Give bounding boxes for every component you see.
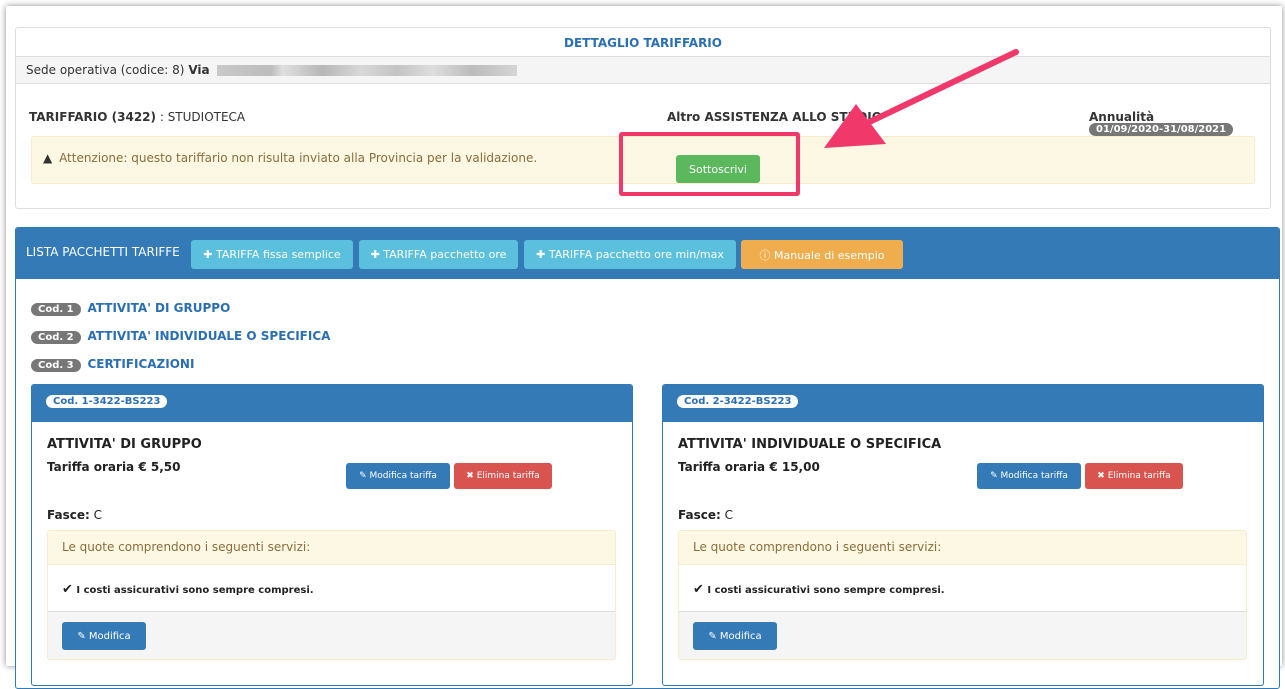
tariffario-separator: : <box>156 110 168 124</box>
services-footer: ✎ Modifica <box>679 611 1246 659</box>
card-fasce: Fasce: C <box>47 508 102 522</box>
tariffario-name: STUDIOTECA <box>167 110 246 124</box>
lista-title: LISTA PACCHETTI TARIFFE <box>26 245 180 259</box>
code-link-1[interactable]: ATTIVITA' DI GRUPPO <box>87 301 230 315</box>
lista-header: LISTA PACCHETTI TARIFFE ✚ TARIFFA fissa … <box>16 228 1279 279</box>
sede-row: Sede operativa (codice: 8) Via <box>16 56 1270 84</box>
annotation-arrow <box>824 49 1019 148</box>
edit-icon: ✎ <box>990 471 998 481</box>
close-icon: ✖ <box>1097 471 1105 481</box>
code-row-3: Cod. 3 CERTIFICAZIONI <box>31 357 194 372</box>
modifica-label: Modifica <box>719 630 762 642</box>
card-title: ATTIVITA' INDIVIDUALE O SPECIFICA <box>678 437 942 452</box>
annualita-label: Annualità <box>1089 110 1155 124</box>
redacted-address <box>217 65 518 76</box>
check-icon: ✔ <box>693 582 704 597</box>
manuale-esempio-button[interactable]: ⓘ Manuale di esempio <box>741 240 903 269</box>
sede-via: Via <box>188 63 210 77</box>
services-box: Le quote comprendono i seguenti servizi:… <box>47 530 616 660</box>
sede-label: Sede operativa (codice: 8) <box>26 63 185 77</box>
card-header: Cod. 1-3422-BS223 <box>32 385 632 422</box>
fasce-label: Fasce: <box>47 508 90 522</box>
code-badge: Cod. 1 <box>31 303 81 316</box>
warning-icon: ▲ <box>43 151 53 165</box>
service-item: ✔ I costi assicurativi sono sempre compr… <box>62 582 314 597</box>
page-frame: DETTAGLIO TARIFFARIO Sede operativa (cod… <box>6 6 1282 689</box>
lista-pacchetti-panel: LISTA PACCHETTI TARIFFE ✚ TARIFFA fissa … <box>15 227 1280 689</box>
service-item: ✔ I costi assicurativi sono sempre compr… <box>693 582 945 597</box>
modifica-tariffa-label: Modifica tariffa <box>369 471 437 481</box>
modifica-tariffa-label: Modifica tariffa <box>1000 471 1068 481</box>
code-link-3[interactable]: CERTIFICAZIONI <box>87 357 194 371</box>
add-tariffa-pacchetto-ore-label: TARIFFA pacchetto ore <box>383 248 507 261</box>
edit-icon: ✎ <box>708 630 717 642</box>
card-rate: Tariffa oraria € 15,00 <box>678 460 820 474</box>
services-header: Le quote comprendono i seguenti servizi: <box>679 531 1246 565</box>
service-item-text: I costi assicurativi sono sempre compres… <box>707 585 945 596</box>
add-tariffa-fissa-button[interactable]: ✚ TARIFFA fissa semplice <box>191 240 353 269</box>
tariffario-label: TARIFFARIO (3422) <box>29 110 157 124</box>
page-title: DETTAGLIO TARIFFARIO <box>564 36 722 50</box>
annualita-block: Annualità 01/09/2020-31/08/2021 <box>1089 110 1234 136</box>
card-code-badge: Cod. 2-3422-BS223 <box>677 395 799 408</box>
card-code-badge: Cod. 1-3422-BS223 <box>46 395 168 408</box>
code-badge: Cod. 2 <box>31 331 81 344</box>
modifica-tariffa-button[interactable]: ✎ Modifica tariffa <box>346 463 450 489</box>
warning-text: Attenzione: questo tariffario non risult… <box>59 151 538 165</box>
warning-message: ▲ Attenzione: questo tariffario non risu… <box>43 151 537 165</box>
services-header: Le quote comprendono i seguenti servizi: <box>48 531 615 565</box>
code-row-1: Cod. 1 ATTIVITA' DI GRUPPO <box>31 301 230 316</box>
modifica-label: Modifica <box>88 630 131 642</box>
close-icon: ✖ <box>466 471 474 481</box>
add-tariffa-pacchetto-ore-button[interactable]: ✚ TARIFFA pacchetto ore <box>359 240 518 269</box>
services-footer: ✎ Modifica <box>48 611 615 659</box>
info-circle-icon: ⓘ <box>759 248 771 262</box>
code-badge: Cod. 3 <box>31 359 81 372</box>
add-tariffa-fissa-label: TARIFFA fissa semplice <box>216 248 341 261</box>
modifica-button[interactable]: ✎ Modifica <box>693 622 777 650</box>
annotation-highlight-box <box>619 132 800 196</box>
tariffario-info: TARIFFARIO (3422) : STUDIOTECA <box>29 110 245 124</box>
add-tariffa-min-max-button[interactable]: ✚ TARIFFA pacchetto ore min/max <box>524 240 736 269</box>
plus-icon: ✚ <box>536 248 546 261</box>
card-rate: Tariffa oraria € 5,50 <box>47 460 181 474</box>
plus-icon: ✚ <box>370 248 380 261</box>
card-header: Cod. 2-3422-BS223 <box>663 385 1263 422</box>
plus-icon: ✚ <box>203 248 213 261</box>
services-box: Le quote comprendono i seguenti servizi:… <box>678 530 1247 660</box>
elimina-tariffa-button[interactable]: ✖ Elimina tariffa <box>1085 463 1183 489</box>
tariffa-card-1: Cod. 1-3422-BS223 ATTIVITA' DI GRUPPO Ta… <box>31 384 633 686</box>
modifica-button[interactable]: ✎ Modifica <box>62 622 146 650</box>
service-item-text: I costi assicurativi sono sempre compres… <box>76 585 314 596</box>
elimina-tariffa-label: Elimina tariffa <box>1107 471 1171 481</box>
card-fasce: Fasce: C <box>678 508 733 522</box>
fasce-value: C <box>93 508 103 522</box>
edit-icon: ✎ <box>77 630 86 642</box>
card-title: ATTIVITA' DI GRUPPO <box>47 437 202 452</box>
elimina-tariffa-label: Elimina tariffa <box>476 471 540 481</box>
check-icon: ✔ <box>62 582 73 597</box>
add-tariffa-min-max-label: TARIFFA pacchetto ore min/max <box>548 248 724 261</box>
code-row-2: Cod. 2 ATTIVITA' INDIVIDUALE O SPECIFICA <box>31 329 330 344</box>
modifica-tariffa-button[interactable]: ✎ Modifica tariffa <box>977 463 1081 489</box>
code-link-2[interactable]: ATTIVITA' INDIVIDUALE O SPECIFICA <box>87 329 330 343</box>
fasce-label: Fasce: <box>678 508 721 522</box>
fasce-value: C <box>724 508 734 522</box>
tariffa-card-2: Cod. 2-3422-BS223 ATTIVITA' INDIVIDUALE … <box>662 384 1264 686</box>
annualita-badge: 01/09/2020-31/08/2021 <box>1089 123 1234 136</box>
edit-icon: ✎ <box>359 471 367 481</box>
manuale-esempio-label: Manuale di esempio <box>773 248 885 262</box>
elimina-tariffa-button[interactable]: ✖ Elimina tariffa <box>454 463 552 489</box>
